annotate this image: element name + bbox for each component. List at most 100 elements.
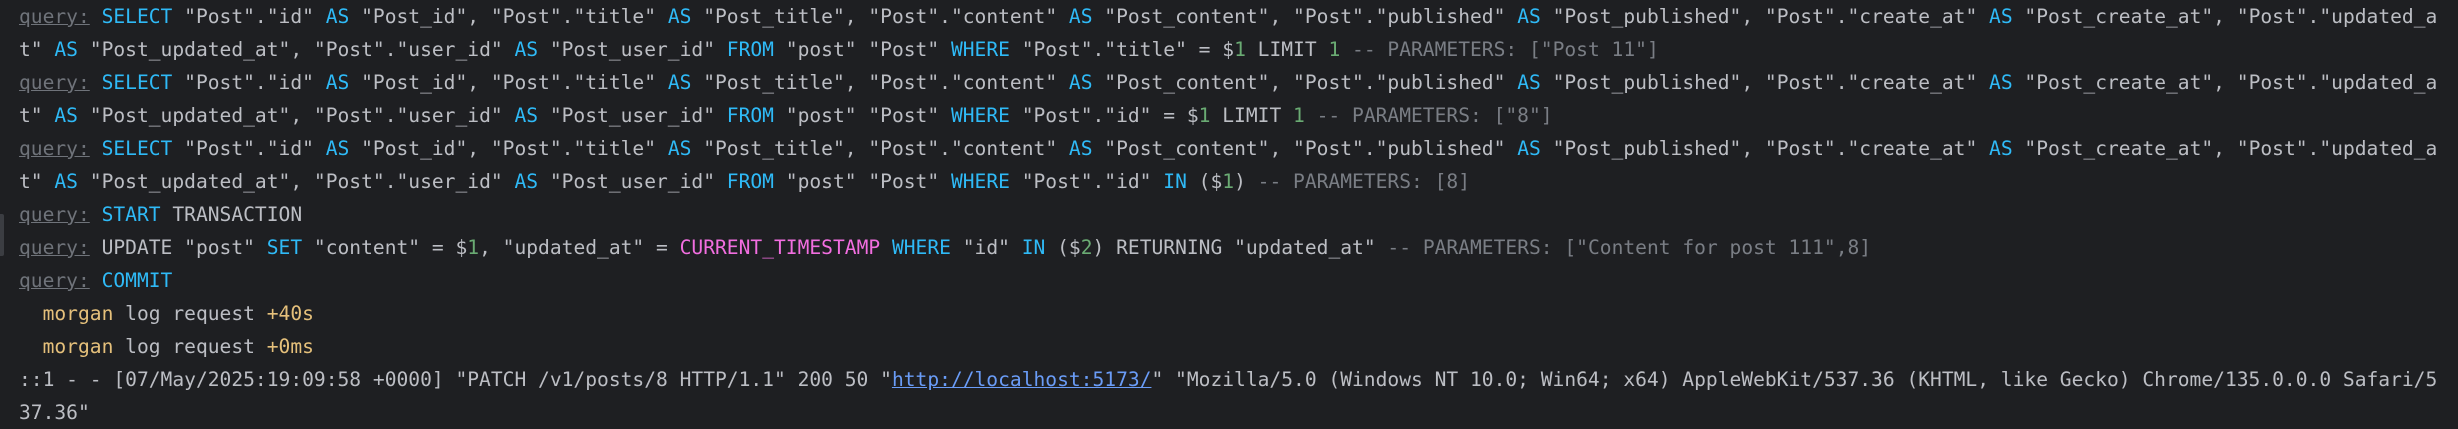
log-text: "post" "Post" — [773, 38, 951, 61]
morgan-log-line-2: morgan log request +0ms — [19, 330, 2447, 363]
sql-keyword: AS — [1989, 137, 2013, 160]
sql-function: CURRENT_TIMESTAMP — [679, 236, 881, 259]
log-text: "Post_published", "Post"."create_at" — [1540, 71, 1990, 94]
query-prefix: query: — [19, 269, 90, 292]
sql-keyword: AS — [1517, 71, 1541, 94]
terminal-console[interactable]: query: SELECT "Post"."id" AS "Post_id", … — [0, 0, 2458, 429]
query-prefix: query: — [19, 203, 90, 226]
sql-keyword: FROM — [726, 104, 774, 127]
number-literal: 1 — [467, 236, 480, 259]
log-text: ($ — [1045, 236, 1081, 259]
sql-keyword: IN — [1163, 170, 1187, 193]
sql-keyword: FROM — [726, 170, 774, 193]
number-literal: 1 — [1222, 170, 1235, 193]
log-text: "Post_updated_at", "Post"."user_id" — [77, 38, 515, 61]
query-log-select-in: query: SELECT "Post"."id" AS "Post_id", … — [19, 132, 2447, 198]
log-text: "Post_content", "Post"."published" — [1092, 5, 1518, 28]
sql-keyword: WHERE — [950, 104, 1010, 127]
referrer-link[interactable]: http://localhost:5173/ — [892, 368, 1152, 391]
log-text: "post" "Post" — [773, 104, 951, 127]
sql-keyword: COMMIT — [101, 269, 173, 292]
sql-keyword: AS — [1989, 5, 2013, 28]
log-text: ) — [1234, 170, 1246, 193]
console-output: query: SELECT "Post"."id" AS "Post_id", … — [19, 0, 2447, 429]
log-text: "Post_published", "Post"."create_at" — [1540, 137, 1990, 160]
sql-keyword: AS — [1068, 137, 1093, 160]
log-text: "Post"."title" = $ — [1009, 38, 1235, 61]
log-text: "Post_user_id" — [538, 104, 727, 127]
log-text: ) RETURNING "updated_at" — [1092, 236, 1376, 259]
sql-keyword: AS — [325, 137, 350, 160]
log-text: "Post"."id" — [1009, 170, 1164, 193]
morgan-token: +0ms — [266, 335, 314, 358]
sql-keyword: AS — [667, 71, 692, 94]
log-text: "Post_published", "Post"."create_at" — [1540, 5, 1990, 28]
morgan-token: +40s — [266, 302, 314, 325]
sql-keyword: AS — [325, 5, 350, 28]
sql-keyword: AS — [1068, 71, 1093, 94]
morgan-log-line-1: morgan log request +40s — [19, 297, 2447, 330]
query-prefix: query: — [19, 71, 90, 94]
log-text: "Post"."id" — [172, 137, 326, 160]
log-text: TRANSACTION — [160, 203, 303, 226]
log-text: "Post"."id" — [172, 71, 326, 94]
log-text: "Post_user_id" — [538, 38, 727, 61]
sql-keyword: AS — [667, 137, 692, 160]
query-prefix: query: — [19, 5, 90, 28]
log-text: UPDATE "post" — [89, 236, 267, 259]
log-text: log request — [113, 335, 267, 358]
number-literal: 1 — [1234, 38, 1246, 61]
query-prefix: query: — [19, 236, 90, 259]
sql-keyword: SET — [266, 236, 303, 259]
sql-keyword: WHERE — [950, 38, 1010, 61]
log-text: ::1 - - [07/May/2025:19:09:58 +0000] "PA… — [19, 368, 892, 391]
number-literal: 1 — [1293, 104, 1305, 127]
query-log-select-by-title: query: SELECT "Post"."id" AS "Post_id", … — [19, 0, 2447, 66]
sql-keyword: AS — [514, 104, 539, 127]
sql-keyword: SELECT — [101, 137, 173, 160]
parameters-comment: -- PARAMETERS: ["Content for post 111",8… — [1375, 236, 1872, 259]
number-literal: 1 — [1198, 104, 1211, 127]
log-text: "Post_updated_at", "Post"."user_id" — [77, 170, 515, 193]
log-text: "Post_id", "Post"."title" — [349, 71, 668, 94]
query-log-commit: query: COMMIT — [19, 264, 2447, 297]
log-text: ($ — [1186, 170, 1223, 193]
query-log-start-transaction: query: START TRANSACTION — [19, 198, 2447, 231]
number-literal: 1 — [1328, 38, 1341, 61]
morgan-token: morgan — [42, 302, 114, 325]
log-text: "content" = $ — [302, 236, 468, 259]
log-text: "Post"."id" = $ — [1009, 104, 1199, 127]
sql-keyword: AS — [54, 38, 78, 61]
query-prefix: query: — [19, 137, 90, 160]
log-text: "Post_user_id" — [538, 170, 727, 193]
log-text: , "updated_at" = — [479, 236, 680, 259]
log-text: log request — [113, 302, 267, 325]
sql-keyword: AS — [54, 170, 78, 193]
log-text: "Post_content", "Post"."published" — [1092, 71, 1518, 94]
sql-keyword: AS — [1517, 5, 1541, 28]
sql-keyword: AS — [667, 5, 692, 28]
log-text: "Post_title", "Post"."content" — [691, 5, 1069, 28]
log-text: "Post_id", "Post"."title" — [349, 5, 668, 28]
parameters-comment: -- PARAMETERS: ["Post 11"] — [1340, 38, 1659, 61]
parameters-comment: -- PARAMETERS: [8] — [1245, 170, 1470, 193]
sql-keyword: AS — [1068, 5, 1093, 28]
scroll-gutter-marker — [0, 214, 4, 256]
log-text: LIMIT — [1210, 104, 1294, 127]
log-text: "post" "Post" — [773, 170, 951, 193]
sql-keyword: SELECT — [101, 5, 173, 28]
sql-keyword: AS — [514, 170, 539, 193]
sql-keyword: AS — [325, 71, 350, 94]
query-log-update: query: UPDATE "post" SET "content" = $1,… — [19, 231, 2447, 264]
parameters-comment: -- PARAMETERS: ["8"] — [1304, 104, 1553, 127]
morgan-token: morgan — [42, 335, 114, 358]
sql-keyword: START — [101, 203, 161, 226]
log-text: "Post_content", "Post"."published" — [1092, 137, 1518, 160]
log-text: "Post"."id" — [172, 5, 326, 28]
